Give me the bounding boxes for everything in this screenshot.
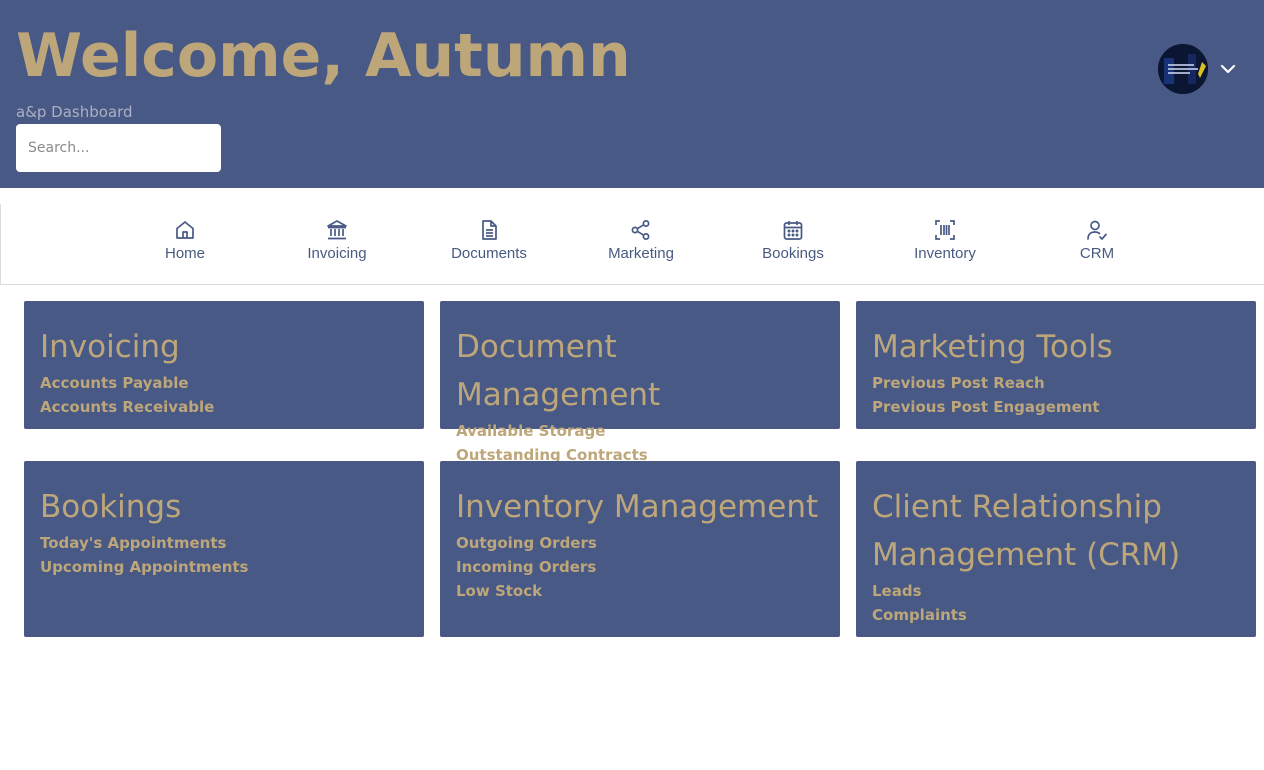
card-title: Inventory Management [456,489,819,525]
nav-label: Home [164,245,205,262]
nav-label: Bookings [762,245,824,262]
dashboard-subtitle: a&p Dashboard [16,103,133,121]
nav-item-crm[interactable]: CRM [1037,218,1157,274]
nav-label: Inventory [914,245,976,262]
card-line: Outgoing Orders [456,534,597,552]
card-title: Invoicing [40,329,180,365]
nav-item-inventory[interactable]: Inventory [885,218,1005,274]
card-inventory-management[interactable]: Inventory Management Outgoing Orders Inc… [440,461,840,637]
header-banner: Welcome, Autumn a&p Dashboard [0,0,1264,188]
nav-item-marketing[interactable]: Marketing [581,218,701,274]
nav-label: Marketing [608,245,674,262]
card-line: Complaints [872,606,967,624]
card-crm[interactable]: Client Relationship Management (CRM) Lea… [856,461,1256,637]
chevron-down-icon [1220,64,1236,74]
card-line: Previous Post Engagement [872,398,1100,416]
card-bookings[interactable]: Bookings Today's Appointments Upcoming A… [24,461,424,637]
card-marketing-tools[interactable]: Marketing Tools Previous Post Reach Prev… [856,301,1256,429]
nav-label: Invoicing [307,245,367,262]
card-line: Incoming Orders [456,558,597,576]
card-title: Document Management [456,329,661,413]
share-icon [631,220,650,240]
card-line: Accounts Payable [40,374,189,392]
document-icon [482,220,497,240]
card-line: Accounts Receivable [40,398,215,416]
home-icon [176,221,194,239]
card-line: Upcoming Appointments [40,558,249,576]
search-input[interactable] [16,124,221,172]
card-invoicing[interactable]: Invoicing Accounts Payable Accounts Rece… [24,301,424,429]
account-dropdown-toggle[interactable] [1216,58,1240,80]
nav-item-bookings[interactable]: Bookings [733,218,853,274]
barcode-scan-icon [935,220,955,240]
card-line: Previous Post Reach [872,374,1045,392]
welcome-title: Welcome, Autumn [16,21,631,91]
user-check-icon [1087,220,1107,241]
card-title: Marketing Tools [872,329,1113,365]
nav-label: Documents [451,245,527,262]
nav-label: CRM [1079,245,1115,262]
nav-item-documents[interactable]: Documents [429,218,549,274]
card-line: Low Stock [456,582,543,600]
card-line: Available Storage [456,422,606,440]
avatar[interactable] [1158,44,1208,94]
nav-item-home[interactable]: Home [125,218,245,274]
card-title: Client Relationship Management (CRM) [872,489,1181,573]
nav-item-invoicing[interactable]: Invoicing [277,218,397,274]
card-document-management[interactable]: Document Management Available Storage Ou… [440,301,840,464]
main-nav: Home Invoicing Documents Marketing Booki… [0,204,1264,285]
card-line: Leads [872,582,922,600]
card-title: Bookings [40,489,182,525]
card-line: Today's Appointments [40,534,227,552]
calendar-icon [783,221,803,240]
bank-icon [327,220,347,240]
